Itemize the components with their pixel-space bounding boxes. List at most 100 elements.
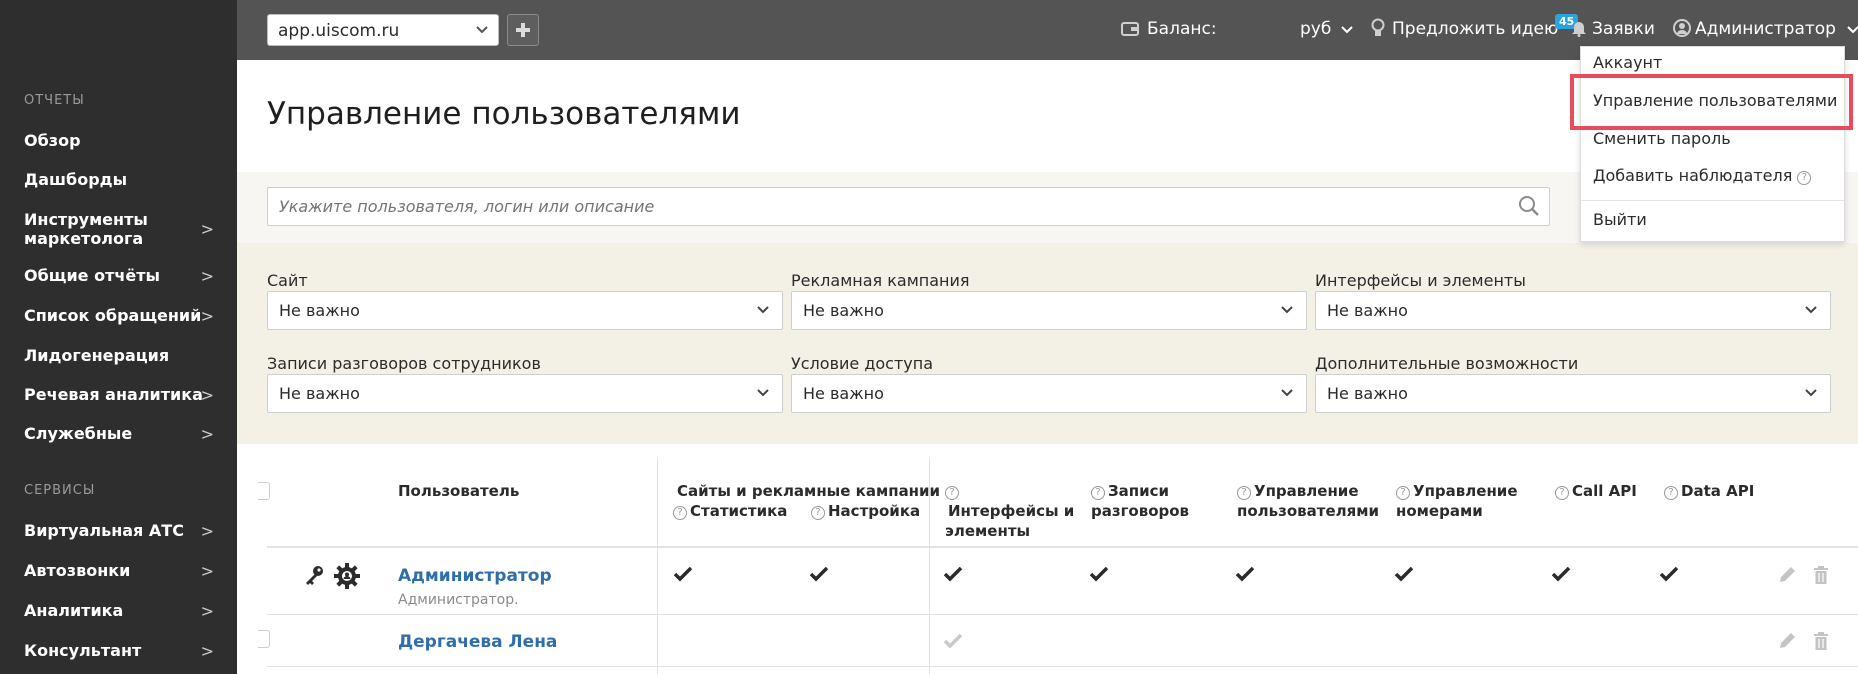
check-icon xyxy=(1235,566,1255,582)
sidebar: ОТЧЕТЫ Обзор Дашборды Инструменты маркет… xyxy=(0,0,237,674)
user-menu-toggle[interactable]: Администратор xyxy=(1695,19,1858,39)
menu-item-add-observer[interactable]: Добавить наблюдателя ? xyxy=(1593,166,1814,185)
row-divider xyxy=(267,666,1858,667)
filter-site-label: Сайт xyxy=(267,271,308,290)
help-icon[interactable]: ? xyxy=(1797,171,1812,185)
col-header-data-api: ? Data API xyxy=(1664,481,1754,501)
trash-icon[interactable] xyxy=(1813,631,1829,651)
menu-item-logout[interactable]: Выйти xyxy=(1593,210,1647,229)
sidebar-item-call-list[interactable]: Список обращений > xyxy=(24,306,214,325)
chevron-down-icon xyxy=(1341,26,1353,34)
menu-item-change-password[interactable]: Сменить пароль xyxy=(1593,129,1731,148)
chevron-right-icon: > xyxy=(200,601,214,620)
chevron-right-icon: > xyxy=(200,424,214,443)
check-icon xyxy=(943,566,963,582)
menu-divider xyxy=(1581,200,1844,201)
user-circle-icon xyxy=(1673,19,1691,37)
plus-icon xyxy=(516,23,530,37)
chevron-down-icon xyxy=(1281,389,1293,397)
sidebar-item-virtual-pbx[interactable]: Виртуальная АТС > xyxy=(24,521,214,540)
page-title: Управление пользователями xyxy=(267,96,741,132)
filter-access-select[interactable]: Не важно xyxy=(791,374,1307,413)
col-header-sites-group: Сайты и рекламные кампании xyxy=(677,482,941,500)
help-icon[interactable]: ? xyxy=(945,486,959,500)
chevron-down-icon xyxy=(1847,26,1858,34)
sidebar-item-overview[interactable]: Обзор xyxy=(24,131,214,150)
col-header-call-api: ? Call API xyxy=(1555,481,1637,501)
filter-access-label: Условие доступа xyxy=(791,354,934,373)
check-icon xyxy=(809,566,829,582)
lightbulb-icon xyxy=(1371,18,1385,36)
filter-records-select[interactable]: Не важно xyxy=(267,374,783,413)
currency-select[interactable]: руб xyxy=(1300,19,1353,39)
sidebar-item-general-reports[interactable]: Общие отчёты > xyxy=(24,266,214,285)
sidebar-item-analytics[interactable]: Аналитика > xyxy=(24,601,214,620)
sidebar-item-service[interactable]: Служебные > xyxy=(24,424,214,443)
requests-link[interactable]: Заявки xyxy=(1592,19,1655,39)
chevron-right-icon: > xyxy=(200,306,214,325)
sidebar-item-dashboards[interactable]: Дашборды xyxy=(24,170,214,189)
chevron-right-icon: > xyxy=(200,219,214,239)
col-header-stats: ? Статистика xyxy=(673,501,787,521)
search-icon[interactable] xyxy=(1518,195,1540,217)
check-icon xyxy=(1659,566,1679,582)
col-header-settings: ? Настройка xyxy=(811,501,920,521)
user-name-link[interactable]: Администратор xyxy=(398,566,552,586)
chevron-right-icon: > xyxy=(200,561,214,580)
site-select[interactable]: app.uiscom.ru xyxy=(267,14,499,46)
trash-icon[interactable] xyxy=(1813,565,1829,585)
chevron-down-icon xyxy=(1805,306,1817,314)
help-icon[interactable]: ? xyxy=(811,506,825,520)
chevron-down-icon xyxy=(476,26,488,34)
key-icon xyxy=(306,566,323,585)
check-icon xyxy=(1394,566,1414,582)
user-description: Администратор. xyxy=(398,592,519,608)
menu-item-account[interactable]: Аккаунт xyxy=(1593,53,1662,72)
chevron-right-icon: > xyxy=(200,521,214,540)
filter-extra-select[interactable]: Не важно xyxy=(1315,374,1831,413)
filter-site-select[interactable]: Не важно xyxy=(267,291,783,330)
help-icon[interactable]: ? xyxy=(673,506,687,520)
balance-label: Баланс: xyxy=(1147,19,1217,39)
chevron-down-icon xyxy=(1805,389,1817,397)
help-icon[interactable]: ? xyxy=(1555,486,1569,500)
help-icon[interactable]: ? xyxy=(1396,486,1410,500)
edit-icon[interactable] xyxy=(1777,631,1797,651)
filter-campaign-label: Рекламная кампания xyxy=(791,271,970,290)
wallet-icon xyxy=(1121,22,1139,36)
table-header-divider xyxy=(267,546,1858,548)
row-divider xyxy=(267,614,1858,615)
sidebar-item-autocalls[interactable]: Автозвонки > xyxy=(24,561,214,580)
user-name-link[interactable]: Дергачева Лена xyxy=(398,632,557,652)
admin-gear-icon xyxy=(334,563,360,589)
col-header-user-management: ? Управление пользователями xyxy=(1237,482,1380,520)
help-icon[interactable]: ? xyxy=(1664,486,1678,500)
sidebar-item-consultant[interactable]: Консультант > xyxy=(24,641,214,660)
sidebar-item-marketing-tools[interactable]: Инструменты маркетолога > xyxy=(24,210,214,248)
sidebar-item-speech-analytics[interactable]: Речевая аналитика > xyxy=(24,385,214,404)
suggest-idea-link[interactable]: Предложить идею xyxy=(1392,19,1558,39)
chevron-right-icon: > xyxy=(200,641,214,660)
check-icon xyxy=(673,566,693,582)
check-icon xyxy=(1089,566,1109,582)
row-checkbox[interactable] xyxy=(258,630,270,648)
chevron-down-icon xyxy=(757,306,769,314)
chevron-right-icon: > xyxy=(200,385,214,404)
col-header-number-management: ? Управление номерами xyxy=(1396,482,1518,520)
highlight-box xyxy=(1570,74,1853,130)
chevron-right-icon: > xyxy=(200,266,214,285)
select-all-checkbox[interactable] xyxy=(258,482,270,500)
edit-icon[interactable] xyxy=(1777,565,1797,585)
chevron-down-icon xyxy=(757,389,769,397)
sidebar-section-services: СЕРВИСЫ xyxy=(24,483,96,498)
help-icon[interactable]: ? xyxy=(1237,486,1251,500)
add-site-button[interactable] xyxy=(507,14,539,46)
sidebar-item-lead-generation[interactable]: Лидогенерация xyxy=(24,346,214,365)
filter-campaign-select[interactable]: Не важно xyxy=(791,291,1307,330)
help-icon[interactable]: ? xyxy=(1091,486,1105,500)
filter-interfaces-select[interactable]: Не важно xyxy=(1315,291,1831,330)
filters-panel xyxy=(237,243,1858,444)
user-search-input[interactable] xyxy=(267,187,1550,226)
col-header-user: Пользователь xyxy=(398,482,520,500)
filter-extra-label: Дополнительные возможности xyxy=(1315,354,1579,373)
